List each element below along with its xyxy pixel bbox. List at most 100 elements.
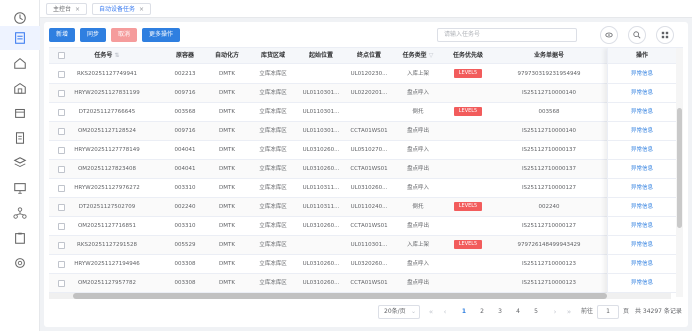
row-checkbox[interactable] xyxy=(58,185,65,192)
search-input[interactable]: 请输入任务号 xyxy=(437,28,577,42)
goto-input[interactable]: 1 xyxy=(597,305,619,319)
first-page-icon[interactable]: « xyxy=(426,305,436,319)
row-checkbox[interactable] xyxy=(58,242,65,249)
inventory-icon[interactable] xyxy=(12,155,28,171)
exception-info-link[interactable]: 异常信息 xyxy=(608,198,676,217)
sort-icon[interactable]: ⇅ xyxy=(115,52,120,59)
cell-type: 盘点呼入 xyxy=(406,185,429,191)
columns-icon[interactable] xyxy=(656,26,674,44)
exception-info-link[interactable]: 异常信息 xyxy=(608,274,676,293)
cell-start: UL0110311... xyxy=(302,185,340,191)
page-size-value: 20条/页 xyxy=(384,308,406,315)
cell-area: 立库冻库区 xyxy=(259,147,287,153)
row-checkbox[interactable] xyxy=(58,128,65,135)
page-size-select[interactable]: 20条/页 ⌄ xyxy=(378,305,420,319)
select-all-checkbox[interactable] xyxy=(58,52,65,59)
next-page-icon[interactable]: › xyxy=(550,305,560,319)
row-checkbox[interactable] xyxy=(58,166,65,173)
add-button[interactable]: 新增 xyxy=(49,28,75,42)
exception-info-link[interactable]: 异常信息 xyxy=(608,103,676,122)
table-row[interactable]: OM20251127823408 004041 DMTK 立库冻库区 UL0310260… xyxy=(49,160,683,179)
cell-area: 立库冻库区 xyxy=(259,109,287,115)
row-checkbox[interactable] xyxy=(58,147,65,154)
table-row[interactable]: RKS20251127749941 002213 DMTK 立库冻库区 UL012023… xyxy=(49,65,683,84)
row-checkbox[interactable] xyxy=(58,280,65,287)
table-row[interactable]: OM20251127128524 009716 DMTK 立库冻库区 UL0110301… xyxy=(49,122,683,141)
table-row[interactable]: HRYW20251127976272 003310 DMTK 立库冻库区 UL01103… xyxy=(49,179,683,198)
exception-info-link[interactable]: 异常信息 xyxy=(608,84,676,103)
scroll-thumb[interactable] xyxy=(73,293,607,299)
monitor-icon[interactable] xyxy=(12,180,28,196)
last-page-icon[interactable]: » xyxy=(564,305,574,319)
exception-info-link[interactable]: 异常信息 xyxy=(608,122,676,141)
network-icon[interactable] xyxy=(12,205,28,221)
cell-auto: DMTK xyxy=(219,204,235,210)
page-1[interactable]: 1 xyxy=(458,305,470,319)
col-type[interactable]: 任务类型 ▽ xyxy=(395,48,441,64)
cell-priority xyxy=(445,274,491,293)
cell-end: CCTA01WS01 xyxy=(350,280,388,286)
exception-info-link[interactable]: 异常信息 xyxy=(608,141,676,160)
page-3[interactable]: 3 xyxy=(494,305,506,319)
device-task-icon[interactable] xyxy=(0,26,40,50)
cell-end: UL0310260... xyxy=(350,185,388,191)
table-row[interactable]: OM20251127716851 003310 DMTK 立库冻库区 UL0310260… xyxy=(49,217,683,236)
box-icon[interactable] xyxy=(12,105,28,121)
col-task[interactable]: 任务号 ⇅ xyxy=(73,48,141,64)
exception-info-link[interactable]: 异常信息 xyxy=(608,179,676,198)
eye-icon[interactable] xyxy=(600,26,618,44)
row-checkbox[interactable] xyxy=(58,261,65,268)
scroll-thumb[interactable] xyxy=(677,108,682,228)
row-checkbox[interactable] xyxy=(58,223,65,230)
home-icon[interactable] xyxy=(12,55,28,71)
exception-info-link[interactable]: 异常信息 xyxy=(608,160,676,179)
row-checkbox[interactable] xyxy=(58,204,65,211)
clock-icon[interactable] xyxy=(12,10,28,26)
tab-label: 主控台 xyxy=(53,6,72,13)
close-icon[interactable]: × xyxy=(139,6,144,13)
cell-container: 003568 xyxy=(174,109,196,115)
table-row[interactable]: HRYW20251127831199 009716 DMTK 立库冻库区 UL01103… xyxy=(49,84,683,103)
col-start: 起始位置 xyxy=(308,52,333,59)
sync-button[interactable]: 同步 xyxy=(80,28,106,42)
horizontal-scrollbar[interactable] xyxy=(49,293,671,299)
cell-container: 002213 xyxy=(174,71,196,77)
page-2[interactable]: 2 xyxy=(476,305,488,319)
settings-icon[interactable] xyxy=(12,255,28,271)
search-icon[interactable] xyxy=(628,26,646,44)
cell-doc: 003568 xyxy=(538,109,560,115)
cell-area: 立库冻库区 xyxy=(259,204,287,210)
exception-info-link[interactable]: 异常信息 xyxy=(608,65,676,84)
document-icon[interactable] xyxy=(12,130,28,146)
cell-auto: DMTK xyxy=(219,261,235,267)
prev-page-icon[interactable]: ‹ xyxy=(440,305,450,319)
row-checkbox[interactable] xyxy=(58,71,65,78)
page-5[interactable]: 5 xyxy=(530,305,542,319)
cell-priority xyxy=(445,217,491,236)
exception-info-link[interactable]: 异常信息 xyxy=(608,217,676,236)
close-icon[interactable]: × xyxy=(75,6,80,13)
table-row[interactable]: HRYW20251127194946 003308 DMTK 立库冻库区 UL03102… xyxy=(49,255,683,274)
row-checkbox[interactable] xyxy=(58,109,65,116)
table-row[interactable]: OM20251127957782 003308 DMTK 立库冻库区 UL0310260… xyxy=(49,274,683,293)
exception-info-link[interactable]: 异常信息 xyxy=(608,255,676,274)
filter-icon[interactable]: ▽ xyxy=(429,52,434,59)
table-row[interactable]: HRYW20251127778149 004041 DMTK 立库冻库区 UL03102… xyxy=(49,141,683,160)
table-row[interactable]: RKS20251127291528 005529 DMTK 立库冻库区 UL011030… xyxy=(49,236,683,255)
tab-device-task[interactable]: 自动设备任务 × xyxy=(92,3,152,15)
cancel-button[interactable]: 取消 xyxy=(111,28,137,42)
table-row[interactable]: DT20251127502709 002240 DMTK 立库冻库区 UL0110311… xyxy=(49,198,683,217)
cell-type: 盘点呼出 xyxy=(406,128,429,134)
cell-doc: IS25112710000127 xyxy=(521,223,577,229)
exception-info-link[interactable]: 异常信息 xyxy=(608,236,676,255)
more-actions-button[interactable]: 更多操作 xyxy=(142,28,180,42)
tab-home[interactable]: 主控台 × xyxy=(46,3,88,15)
warehouse-icon[interactable] xyxy=(12,80,28,96)
clipboard-icon[interactable] xyxy=(12,230,28,246)
row-checkbox[interactable] xyxy=(58,90,65,97)
page-4[interactable]: 4 xyxy=(512,305,524,319)
cell-type: 盘点呼出 xyxy=(406,280,429,286)
table-row[interactable]: DT20251127766645 003568 DMTK 立库冻库区 UL0110301… xyxy=(49,103,683,122)
cell-task: OM20251127128524 xyxy=(77,128,137,134)
vertical-scrollbar[interactable] xyxy=(676,48,683,297)
